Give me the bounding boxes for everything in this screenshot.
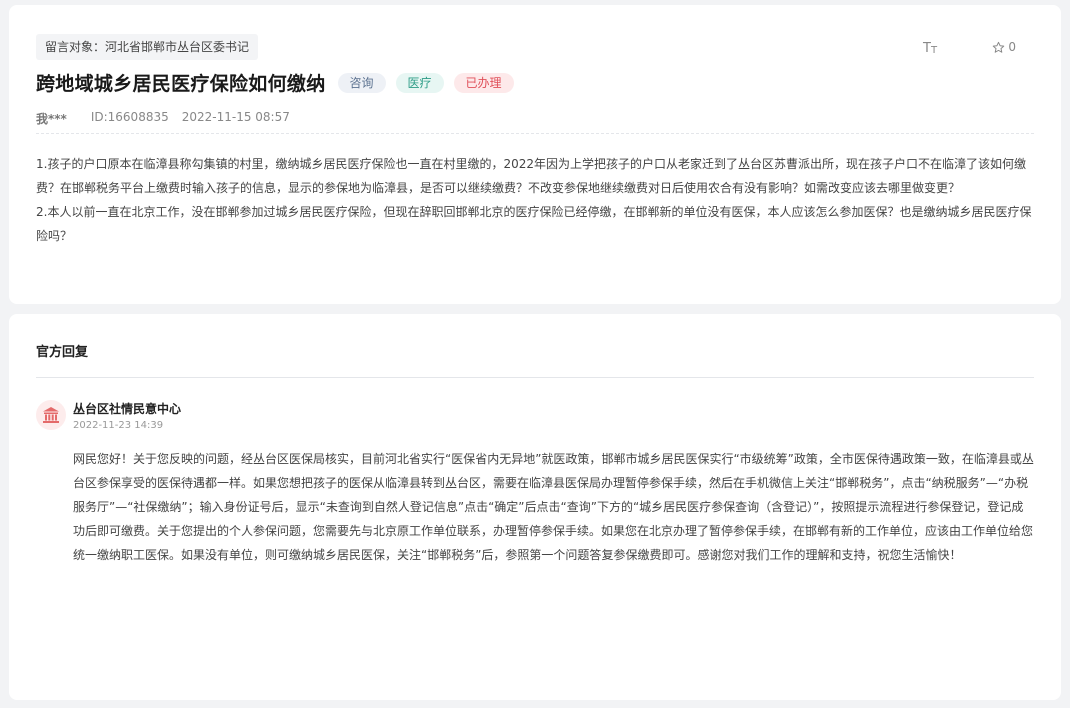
message-id: ID:16608835 [90, 110, 169, 124]
svg-text:T: T [922, 41, 931, 56]
institution-icon [43, 407, 59, 423]
avatar [36, 400, 66, 430]
author-name: 我*** [36, 112, 67, 126]
question-meta: 我*** ID:16608835 2022-11-15 08:57 [36, 110, 290, 127]
question-card: 留言对象：河北省邯郸市丛台区委书记 T T 0 跨地域城乡居民医疗保险如何缴纳 … [9, 5, 1061, 304]
tag-consult: 咨询 [337, 72, 386, 93]
question-time: 2022-11-15 08:57 [181, 110, 290, 124]
divider [36, 133, 1034, 134]
question-paragraph-1: 1.孩子的户口原本在临漳县称勾集镇的村里，缴纳城乡居民医疗保险也一直在村里缴的，… [36, 157, 1026, 195]
status-badge: 已办理 [453, 72, 514, 93]
divider [36, 377, 1034, 378]
title-row: 跨地域城乡居民医疗保险如何缴纳 咨询 医疗 已办理 [36, 69, 514, 96]
reply-time: 2022-11-23 14:39 [73, 420, 164, 431]
question-body: 1.孩子的户口原本在临漳县称勾集镇的村里，缴纳城乡居民医疗保险也一直在村里缴的，… [36, 152, 1036, 248]
reply-body: 网民您好！关于您反映的问题，经丛台区医保局核实，目前河北省实行“医保省内无异地”… [73, 452, 1034, 562]
tag-medical: 医疗 [395, 72, 444, 93]
font-size-icon[interactable]: T T [922, 38, 944, 56]
reply-heading: 官方回复 [36, 345, 89, 360]
favorite-count: 0 [1008, 40, 1016, 54]
question-paragraph-2: 2.本人以前一直在北京工作，没在邯郸参加过城乡居民医疗保险，但现在辞职回邯郸北京… [36, 205, 1032, 243]
reply-org-name: 丛台区社情民意中心 [73, 402, 182, 416]
question-tools: T T 0 [922, 38, 1016, 56]
star-icon [993, 41, 1005, 53]
message-target-tag: 留言对象：河北省邯郸市丛台区委书记 [36, 34, 259, 60]
reply-card: 官方回复 丛台区社情民意中心 2022-11-23 14:39 网民您好！关于您… [9, 314, 1061, 700]
question-title: 跨地域城乡居民医疗保险如何缴纳 [36, 73, 326, 95]
favorite-button[interactable]: 0 [992, 40, 1016, 54]
svg-text:T: T [930, 45, 938, 56]
